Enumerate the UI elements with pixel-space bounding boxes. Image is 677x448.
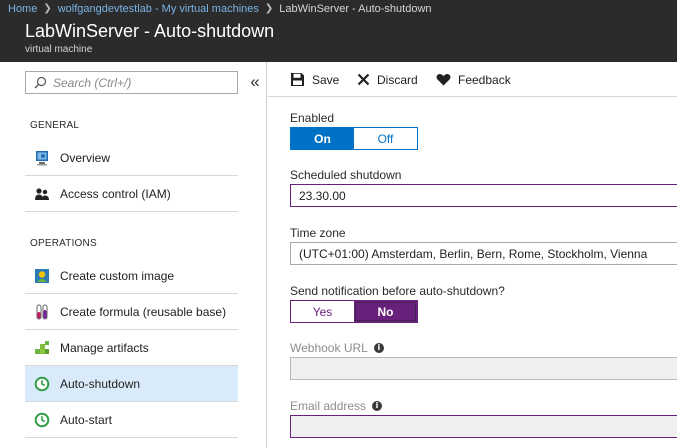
sidebar-item-create-formula[interactable]: Create formula (reusable base)	[25, 294, 238, 330]
time-zone-label: Time zone	[290, 226, 346, 240]
sidebar-item-label: Overview	[60, 150, 111, 165]
chevron-right-icon: ❯	[43, 3, 52, 14]
sidebar-item-label: Create formula (reusable base)	[60, 304, 227, 319]
discard-label: Discard	[377, 72, 418, 87]
close-icon	[357, 73, 370, 86]
feedback-button[interactable]: Feedback	[436, 62, 511, 97]
heart-icon	[436, 74, 451, 86]
email-address-label: Email address i	[290, 399, 383, 413]
webhook-url-label-text: Webhook URL	[290, 341, 368, 355]
email-address-label-text: Email address	[290, 399, 367, 413]
save-label: Save	[312, 72, 340, 87]
sidebar-item-label: Auto-shutdown	[60, 376, 141, 391]
enabled-on-option[interactable]: On	[291, 128, 354, 149]
section-label-general: GENERAL	[30, 120, 80, 131]
breadcrumb-home-link[interactable]: Home	[8, 3, 37, 15]
sidebar-item-access-control[interactable]: Access control (IAM)	[25, 176, 238, 212]
sidebar-item-create-custom-image[interactable]: Create custom image	[25, 258, 238, 294]
search-icon	[34, 76, 47, 89]
notification-yes-option[interactable]: Yes	[291, 301, 354, 322]
page-title: LabWinServer - Auto-shutdown	[25, 21, 275, 41]
feedback-label: Feedback	[458, 72, 511, 87]
command-toolbar: Save Discard Feedback	[268, 62, 677, 97]
page-subtitle: virtual machine	[25, 44, 93, 55]
enabled-toggle[interactable]: On Off	[290, 127, 418, 150]
save-icon	[291, 73, 304, 86]
section-label-operations: OPERATIONS	[30, 238, 97, 249]
clock-icon	[34, 376, 50, 392]
info-icon[interactable]: i	[372, 401, 383, 411]
sidebar-item-label: Manage artifacts	[60, 340, 149, 355]
time-zone-select[interactable]: (UTC+01:00) Amsterdam, Berlin, Bern, Rom…	[290, 242, 677, 265]
webhook-url-field[interactable]	[290, 357, 677, 380]
save-button[interactable]: Save	[290, 62, 339, 97]
clock-icon	[34, 412, 50, 428]
sidebar-item-label: Access control (IAM)	[60, 186, 171, 201]
notification-no-option[interactable]: No	[354, 301, 417, 322]
sidebar-item-manage-artifacts[interactable]: Manage artifacts	[25, 330, 238, 366]
breadcrumb: Home ❯ wolfgangdevtestlab - My virtual m…	[8, 1, 432, 16]
sidebar-item-overview[interactable]: Overview	[25, 140, 238, 176]
formula-icon	[34, 304, 50, 320]
webhook-url-label: Webhook URL i	[290, 341, 384, 355]
overview-icon	[34, 150, 50, 166]
sidebar-item-auto-start[interactable]: Auto-start	[25, 402, 238, 438]
sidebar: « GENERAL Overview Access control (IAM) …	[0, 62, 267, 448]
enabled-label: Enabled	[290, 111, 335, 125]
notification-toggle[interactable]: Yes No	[290, 300, 418, 323]
scheduled-shutdown-field[interactable]	[290, 184, 677, 207]
search-input[interactable]	[53, 75, 233, 90]
sidebar-item-label: Auto-start	[60, 412, 113, 427]
custom-image-icon	[34, 268, 50, 284]
email-address-field[interactable]	[290, 415, 677, 438]
enabled-off-option[interactable]: Off	[354, 128, 417, 149]
access-control-icon	[34, 186, 50, 202]
info-icon[interactable]: i	[373, 343, 384, 353]
header-bar: Home ❯ wolfgangdevtestlab - My virtual m…	[0, 0, 677, 62]
breadcrumb-lab-link[interactable]: wolfgangdevtestlab - My virtual machines	[58, 3, 259, 15]
notification-label: Send notification before auto-shutdown?	[290, 284, 505, 298]
sidebar-item-auto-shutdown[interactable]: Auto-shutdown	[25, 366, 238, 402]
scheduled-shutdown-input[interactable]	[299, 188, 677, 203]
scheduled-shutdown-label: Scheduled shutdown	[290, 168, 402, 182]
sidebar-item-label: Create custom image	[60, 268, 175, 283]
chevron-right-icon: ❯	[264, 3, 274, 14]
discard-button[interactable]: Discard	[357, 62, 418, 97]
breadcrumb-current: LabWinServer - Auto-shutdown	[279, 2, 432, 15]
email-address-input[interactable]	[299, 419, 677, 434]
search-box[interactable]	[25, 71, 238, 94]
webhook-url-input[interactable]	[299, 361, 677, 376]
collapse-sidebar-button[interactable]: «	[247, 72, 263, 92]
artifacts-icon	[34, 340, 50, 356]
time-zone-value: (UTC+01:00) Amsterdam, Berlin, Bern, Rom…	[299, 246, 648, 261]
